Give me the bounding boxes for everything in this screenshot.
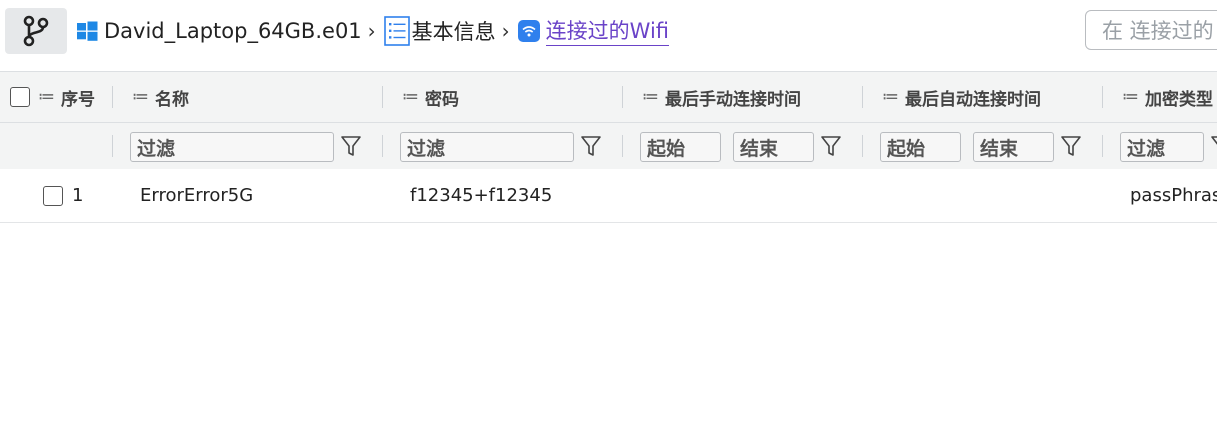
table-header: ≔ 序号 ≔ 名称 ≔ 密码 ≔ 最后手动连接时间 ≔ 最后自动连接时间 ≔ 加… [0,71,1217,171]
filter-input-encryption[interactable]: 过滤 [1120,132,1204,162]
breadcrumb-label: David_Laptop_64GB.e01 [104,19,362,43]
breadcrumb-item-basic-info[interactable]: 基本信息 [383,16,496,46]
column-divider [1102,135,1103,157]
column-menu-icon[interactable]: ≔ [1122,87,1139,107]
column-header-manual-time[interactable]: ≔ 最后手动连接时间 [642,72,801,122]
breadcrumb: David_Laptop_64GB.e01 › 基本信息 › 连接过的Wifi [76,13,670,49]
filter-icon[interactable] [1210,134,1217,158]
breadcrumb-label-active: 连接过的Wifi [545,17,670,46]
cell-password: f12345+f12345 [410,185,553,206]
filter-auto-end[interactable]: 结束 [973,132,1054,162]
column-divider[interactable] [382,86,383,108]
column-divider [622,135,623,157]
column-divider[interactable] [112,86,113,108]
column-header-encryption[interactable]: ≔ 加密类型 [1122,72,1213,122]
column-header-row: ≔ 序号 ≔ 名称 ≔ 密码 ≔ 最后手动连接时间 ≔ 最后自动连接时间 ≔ 加… [0,72,1217,123]
row-checkbox[interactable] [43,185,63,206]
cell-encryption: passPhrase [1130,185,1217,206]
column-menu-icon[interactable]: ≔ [882,87,899,107]
row-index: 1 [72,185,84,206]
filter-manual-start[interactable]: 起始 [640,132,721,162]
column-menu-icon[interactable]: ≔ [132,87,149,107]
column-divider[interactable] [862,86,863,108]
filter-input-name[interactable]: 过滤 [130,132,334,162]
branch-icon [23,15,49,47]
filter-icon[interactable] [1060,134,1082,158]
breadcrumb-item-wifi[interactable]: 连接过的Wifi [517,17,670,46]
column-label: 最后手动连接时间 [665,89,801,110]
select-all-checkbox[interactable] [10,87,30,107]
filter-input-password[interactable]: 过滤 [400,132,574,162]
column-label: 最后自动连接时间 [905,89,1041,110]
column-label: 序号 [61,89,95,110]
breadcrumb-separator: › [501,19,510,43]
filter-auto-start[interactable]: 起始 [880,132,961,162]
cell-name: ErrorError5G [140,185,254,206]
filter-manual-end[interactable]: 结束 [733,132,814,162]
filter-icon[interactable] [820,134,842,158]
column-header-name[interactable]: ≔ 名称 [132,72,189,122]
filter-icon[interactable] [580,134,602,158]
column-menu-icon[interactable]: ≔ [642,87,659,107]
column-header-auto-time[interactable]: ≔ 最后自动连接时间 [882,72,1041,122]
column-label: 密码 [425,89,459,110]
branch-button[interactable] [5,8,67,54]
column-label: 加密类型 [1145,89,1213,110]
windows-icon [77,21,98,41]
breadcrumb-separator: › [367,19,376,43]
column-divider [112,135,113,157]
column-divider [862,135,863,157]
filter-icon[interactable] [340,134,362,158]
row-index-cell: 1 [43,169,83,222]
list-icon [383,16,410,46]
wifi-icon [517,20,540,42]
column-menu-icon[interactable]: ≔ [402,87,419,107]
top-toolbar: David_Laptop_64GB.e01 › 基本信息 › 连接过的Wifi … [0,0,1217,64]
breadcrumb-label: 基本信息 [411,20,496,44]
column-menu-icon[interactable]: ≔ [38,87,55,107]
breadcrumb-item-evidence[interactable]: David_Laptop_64GB.e01 [76,19,362,43]
column-divider[interactable] [1102,86,1103,108]
column-divider [382,135,383,157]
column-header-password[interactable]: ≔ 密码 [402,72,459,122]
search-input[interactable]: 在 连接过的 [1085,10,1217,50]
column-label: 名称 [155,89,189,110]
column-header-index[interactable]: ≔ 序号 [10,72,95,122]
table-row[interactable]: 1 ErrorError5G f12345+f12345 passPhrase [0,169,1217,223]
column-divider[interactable] [622,86,623,108]
filter-row: 过滤 过滤 起始 结束 起始 结束 过滤 [0,123,1217,169]
